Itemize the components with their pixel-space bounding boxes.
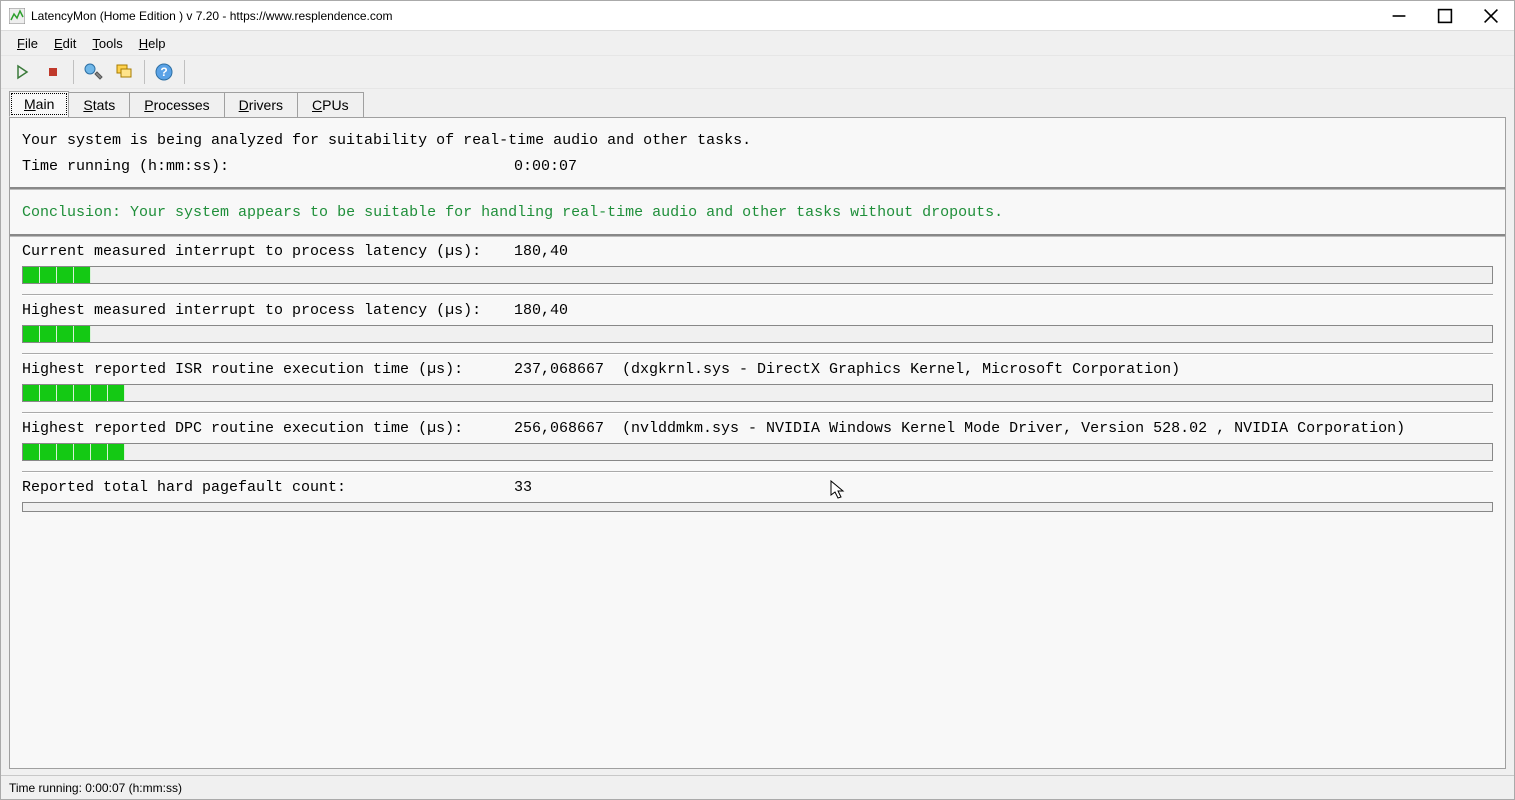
maximize-icon [1437,8,1453,24]
statusbar: Time running: 0:00:07 (h:mm:ss) [1,775,1514,799]
svg-text:?: ? [160,65,167,79]
metric-label: Current measured interrupt to process la… [22,243,514,260]
toolbar-separator [184,60,185,84]
metric-block: Current measured interrupt to process la… [22,243,1493,296]
close-button[interactable] [1468,1,1514,31]
toolbar-separator [144,60,145,84]
tab-processes[interactable]: Processes [129,92,224,117]
tab-stats[interactable]: Stats [68,92,130,117]
menu-tools[interactable]: Tools [84,34,130,53]
menu-label: ools [99,36,123,51]
tab-label: rocesses [154,97,210,113]
titlebar: LatencyMon (Home Edition ) v 7.20 - http… [1,1,1514,31]
stop-icon [45,64,61,80]
tools-button[interactable] [78,58,108,86]
tab-drivers[interactable]: Drivers [224,92,298,117]
minimize-button[interactable] [1376,1,1422,31]
minimize-icon [1391,8,1407,24]
tab-label: PUs [322,97,348,113]
time-running-label: Time running (h:mm:ss): [22,154,514,180]
menu-label: ile [25,36,38,51]
tab-main[interactable]: Main [9,91,69,117]
start-button[interactable] [7,58,37,86]
metric-label: Highest reported DPC routine execution t… [22,420,514,437]
metrics-list: Current measured interrupt to process la… [10,237,1505,522]
stop-button[interactable] [38,58,68,86]
main-panel: Your system is being analyzed for suitab… [9,117,1506,769]
metric-label: Highest reported ISR routine execution t… [22,361,514,378]
analysis-line: Your system is being analyzed for suitab… [22,128,1493,154]
metric-label: Reported total hard pagefault count: [22,479,514,496]
metric-block: Highest measured interrupt to process la… [22,302,1493,355]
report-header: Your system is being analyzed for suitab… [10,118,1505,187]
menu-label: elp [148,36,165,51]
status-text: Time running: 0:00:07 (h:mm:ss) [9,781,182,795]
tab-label: rivers [249,97,283,113]
progress-bar [22,443,1493,461]
toolbar: ? [1,55,1514,89]
help-button[interactable]: ? [149,58,179,86]
progress-bar [22,384,1493,402]
window-title: LatencyMon (Home Edition ) v 7.20 - http… [31,9,1376,23]
metric-block: Highest reported DPC routine execution t… [22,420,1493,473]
divider [22,353,1493,355]
divider [22,471,1493,473]
time-running-value: 0:00:07 [514,154,577,180]
menu-file[interactable]: File [9,34,46,53]
menu-label: dit [63,36,77,51]
menu-edit[interactable]: Edit [46,34,84,53]
tab-label: ain [36,96,55,112]
windows-button[interactable] [109,58,139,86]
metric-value: 180,40 [514,243,568,260]
tabstrip: Main Stats Processes Drivers CPUs [1,89,1514,117]
menubar: File Edit Tools Help [1,31,1514,55]
progress-bar [22,266,1493,284]
close-icon [1483,8,1499,24]
metric-value: 180,40 [514,302,568,319]
progress-bar [22,325,1493,343]
tab-cpus[interactable]: CPUs [297,92,364,117]
maximize-button[interactable] [1422,1,1468,31]
play-icon [14,64,30,80]
conclusion-line: Conclusion: Your system appears to be su… [10,190,1505,234]
cascade-windows-icon [114,62,134,82]
progress-bar [22,502,1493,512]
menu-help[interactable]: Help [131,34,174,53]
wrench-globe-icon [83,62,103,82]
metric-value: 33 [514,479,532,496]
divider [22,412,1493,414]
help-icon: ? [154,62,174,82]
conclusion-text: Your system appears to be suitable for h… [130,204,1003,221]
app-icon [9,8,25,24]
metric-value: 237,068667 (dxgkrnl.sys - DirectX Graphi… [514,361,1180,378]
toolbar-separator [73,60,74,84]
metric-block: Highest reported ISR routine execution t… [22,361,1493,414]
metric-block: Reported total hard pagefault count:33 [22,479,1493,512]
divider [22,294,1493,296]
metric-value: 256,068667 (nvlddmkm.sys - NVIDIA Window… [514,420,1405,437]
metric-label: Highest measured interrupt to process la… [22,302,514,319]
tab-label: tats [93,97,116,113]
conclusion-prefix: Conclusion: [22,204,130,221]
